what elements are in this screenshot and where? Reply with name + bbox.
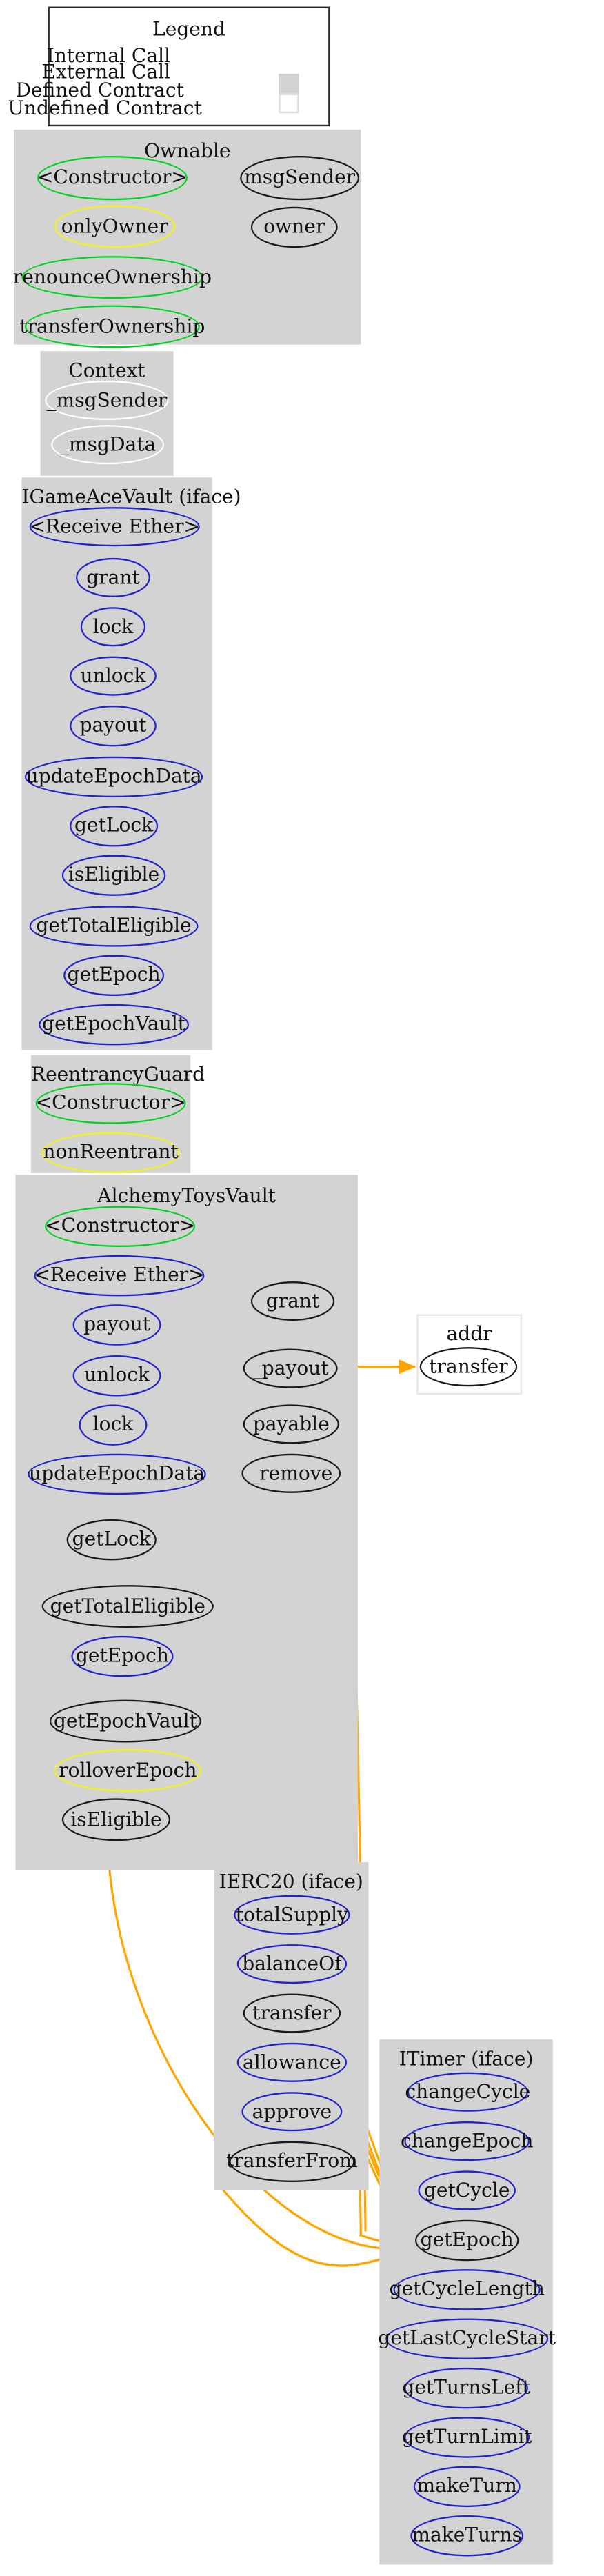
node-atv-remove[interactable]: _remove bbox=[241, 1453, 341, 1493]
node-erc20-transferfrom[interactable]: transferFrom bbox=[226, 2141, 358, 2183]
cluster-addr-title: addr bbox=[446, 1321, 492, 1345]
node-context-msgdata[interactable]: _msgData bbox=[51, 425, 165, 465]
call-graph-canvas: Legend Internal Call External Call Defin… bbox=[0, 0, 604, 2576]
node-atv-rolloverepoch[interactable]: rolloverEpoch bbox=[54, 1748, 201, 1792]
node-igv-getepochvault[interactable]: getEpochVault bbox=[39, 1004, 190, 1046]
node-igv-getlock[interactable]: getLock bbox=[70, 806, 159, 847]
node-rg-constructor[interactable]: <Constructor> bbox=[36, 1083, 186, 1124]
cluster-alchemytoysvault-title: AlchemyToysVault bbox=[97, 1184, 276, 1207]
node-igv-unlock[interactable]: unlock bbox=[70, 656, 157, 696]
node-erc20-allowance[interactable]: allowance bbox=[236, 2042, 348, 2082]
node-atv-grant[interactable]: grant bbox=[250, 1281, 335, 1321]
node-itimer-maketurn[interactable]: makeTurn bbox=[413, 2466, 521, 2508]
node-ownable-owner[interactable]: owner bbox=[250, 206, 338, 248]
node-atv-unlock[interactable]: unlock bbox=[72, 1355, 161, 1397]
legend-title: Legend bbox=[152, 17, 225, 41]
node-itimer-getcycle[interactable]: getCycle bbox=[418, 2170, 516, 2210]
node-itimer-changecycle[interactable]: changeCycle bbox=[405, 2072, 530, 2112]
node-igv-iseligible[interactable]: isEligible bbox=[61, 855, 166, 896]
node-erc20-totalsupply[interactable]: totalSupply bbox=[234, 1895, 350, 1935]
cluster-ierc20-title: IERC20 (iface) bbox=[219, 1869, 363, 1893]
node-atv-updateepochdata[interactable]: updateEpochData bbox=[28, 1453, 206, 1495]
node-atv-iseligible[interactable]: isEligible bbox=[61, 1798, 171, 1841]
node-itimer-maketurns[interactable]: makeTurns bbox=[410, 2515, 524, 2557]
cluster-igameacevault-title: IGameAceVault (iface) bbox=[21, 484, 241, 508]
node-igv-updateepochdata[interactable]: updateEpochData bbox=[24, 756, 203, 798]
node-atv-getepoch[interactable]: getEpoch bbox=[71, 1635, 174, 1677]
legend-swatch-defined bbox=[279, 74, 299, 94]
node-igv-gettotaleligible[interactable]: getTotalEligible bbox=[29, 906, 199, 947]
node-context-msgsender[interactable]: _msgSender bbox=[45, 380, 169, 421]
node-ownable-transferownership[interactable]: transferOwnership bbox=[19, 305, 205, 348]
node-atv-payable[interactable]: payable bbox=[243, 1404, 339, 1444]
node-atv-getepochvault[interactable]: getEpochVault bbox=[49, 1699, 201, 1743]
legend-label-undefined-contract: Undefined Contract bbox=[8, 95, 202, 119]
node-igv-lock[interactable]: lock bbox=[80, 607, 146, 647]
node-ownable-msgsender[interactable]: msgSender bbox=[240, 156, 360, 201]
node-ownable-renounceownership[interactable]: renounceOwnership bbox=[13, 256, 212, 299]
node-atv-receive-ether[interactable]: <Receive Ether> bbox=[34, 1255, 205, 1297]
node-itimer-getlastcyclestart[interactable]: getLastCycleStart bbox=[378, 2318, 556, 2359]
node-ownable-onlyowner[interactable]: onlyOwner bbox=[54, 205, 175, 248]
node-atv-getlock[interactable]: getLock bbox=[66, 1519, 157, 1561]
cluster-itimer-title: ITimer (iface) bbox=[399, 2046, 534, 2070]
node-atv-underscore-payout[interactable]: _payout bbox=[243, 1348, 338, 1388]
node-itimer-getturnsleft[interactable]: getTurnsLeft bbox=[402, 2367, 530, 2409]
node-atv-lock[interactable]: lock bbox=[79, 1404, 148, 1446]
node-atv-constructor[interactable]: <Constructor> bbox=[45, 1206, 195, 1248]
node-addr-transfer[interactable]: transfer bbox=[419, 1347, 518, 1387]
node-erc20-approve[interactable]: approve bbox=[241, 2092, 343, 2132]
cluster-reentrancyguard-title: ReentrancyGuard bbox=[30, 1062, 205, 1086]
node-itimer-getturnlimit[interactable]: getTurnLimit bbox=[402, 2417, 532, 2458]
node-rg-nonreentrant[interactable]: nonReentrant bbox=[41, 1132, 180, 1173]
node-itimer-getepoch[interactable]: getEpoch bbox=[414, 2219, 519, 2262]
node-erc20-transfer[interactable]: transfer bbox=[243, 1993, 341, 2033]
node-igv-payout[interactable]: payout bbox=[70, 705, 157, 747]
node-itimer-getcyclelength[interactable]: getCycleLength bbox=[390, 2269, 545, 2310]
node-igv-getepoch[interactable]: getEpoch bbox=[63, 955, 165, 997]
node-atv-payout[interactable]: payout bbox=[72, 1304, 161, 1346]
node-igv-receive-ether[interactable]: <Receive Ether> bbox=[30, 507, 200, 547]
node-ownable-constructor[interactable]: <Constructor> bbox=[37, 156, 188, 201]
node-erc20-balanceof[interactable]: balanceOf bbox=[236, 1944, 348, 1984]
legend-swatch-undefined bbox=[279, 93, 299, 114]
cluster-context-title: Context bbox=[68, 358, 145, 382]
node-itimer-changeepoch[interactable]: changeEpoch bbox=[401, 2121, 533, 2161]
node-atv-gettotaleligible[interactable]: getTotalEligible bbox=[41, 1585, 214, 1628]
node-igv-grant[interactable]: grant bbox=[76, 557, 150, 597]
